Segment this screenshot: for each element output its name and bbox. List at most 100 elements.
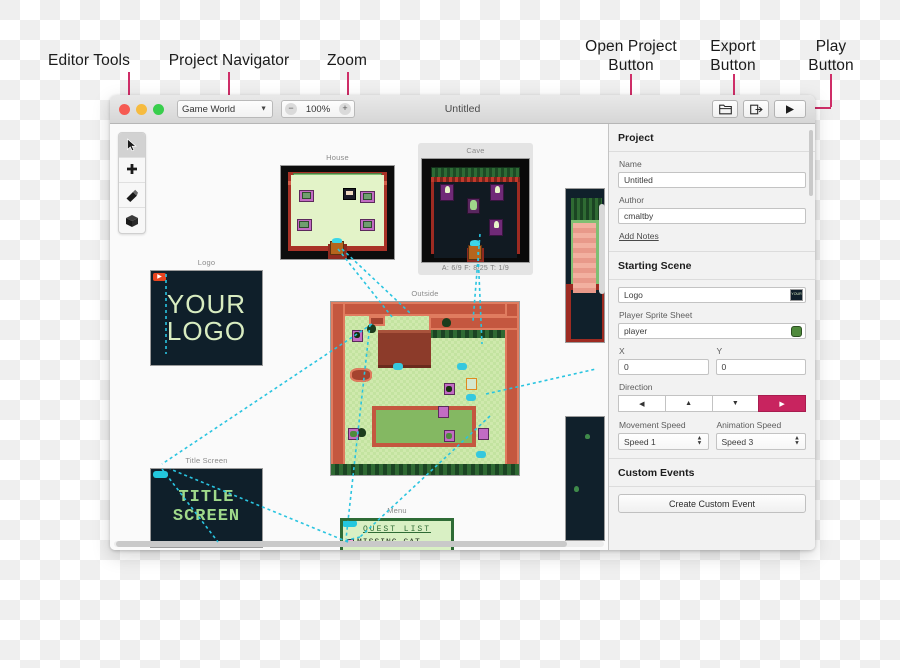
play-button[interactable] — [774, 100, 806, 118]
direction-right-button[interactable]: ▶ — [758, 395, 806, 412]
zoom-out-button[interactable]: − — [285, 103, 297, 115]
scene-logo-line1: YOUR — [167, 291, 246, 318]
folder-icon — [719, 104, 732, 115]
scene-cave[interactable]: Cave A: 6/9 F: 8/25 T: 1/9 — [418, 143, 533, 275]
canvas-horizontal-scrollbar[interactable] — [114, 541, 604, 547]
add-tool[interactable] — [119, 158, 145, 183]
scene-title-frame[interactable]: TITLE SCREEN — [150, 468, 263, 548]
zoom-in-button[interactable]: + — [339, 103, 351, 115]
export-button[interactable] — [743, 100, 769, 118]
project-name-label: Name — [619, 159, 806, 169]
cave-door-trigger — [468, 245, 482, 260]
add-notes-link[interactable]: Add Notes — [619, 231, 806, 241]
scene-canvas[interactable]: House Cave — [110, 124, 608, 550]
minimize-window-button[interactable] — [136, 104, 147, 115]
scene-menu-label: Menu — [340, 506, 454, 516]
scene-logo-line2: LOGO — [167, 318, 246, 345]
inspector-project-title: Project — [609, 124, 815, 152]
scene-cave-stats: A: 6/9 F: 8/25 T: 1/9 — [421, 263, 530, 275]
scene-logo-frame[interactable]: ▶ YOUR LOGO — [150, 270, 263, 366]
position-y-label: Y — [717, 346, 807, 356]
position-y-value: 0 — [722, 362, 727, 372]
project-navigator-select[interactable]: Game World ▼ — [177, 100, 273, 118]
leader-play-v — [830, 74, 832, 107]
animation-speed-value: Speed 3 — [722, 437, 754, 447]
inspector-panel: Project Name Untitled Author cmaltby Add… — [608, 124, 815, 550]
inspector-project-body: Name Untitled Author cmaltby Add Notes — [609, 152, 815, 251]
player-sprite-label: Player Sprite Sheet — [619, 310, 806, 320]
select-tool[interactable] — [119, 133, 145, 158]
scene-cave-label: Cave — [421, 146, 530, 156]
arrow-up-icon: ▲ — [685, 400, 692, 407]
position-x-value: 0 — [624, 362, 629, 372]
direction-down-button[interactable]: ▼ — [712, 395, 759, 412]
outside-warp — [466, 394, 476, 401]
scene-outside-frame[interactable] — [330, 301, 520, 476]
speed-fields: Movement Speed Speed 1 ▲▼ Animation Spee… — [618, 420, 806, 450]
position-fields: X 0 Y 0 — [618, 346, 806, 382]
callout-export: Export Button — [702, 38, 764, 76]
scene-house-frame[interactable] — [280, 165, 395, 260]
asset-tool[interactable] — [119, 208, 145, 233]
starting-scene-thumb-text: YOUR — [791, 293, 801, 297]
window-titlebar: Game World ▼ − 100% + Untitled — [110, 95, 815, 124]
movement-speed-select[interactable]: Speed 1 ▲▼ — [618, 433, 709, 450]
project-name-input[interactable]: Untitled — [618, 172, 806, 188]
chevron-down-icon: ▼ — [260, 106, 267, 113]
scene-title-link-badge — [153, 471, 168, 478]
inspector-custom-events-body: Create Custom Event — [609, 487, 815, 521]
maximize-window-button[interactable] — [153, 104, 164, 115]
scene-logo-label: Logo — [150, 258, 263, 268]
position-x-label: X — [619, 346, 709, 356]
direction-label: Direction — [619, 382, 806, 392]
outside-warp — [476, 451, 486, 458]
scene-outside[interactable]: Outside — [330, 289, 520, 476]
scene-outside-label: Outside — [330, 289, 520, 299]
window-body: House Cave — [110, 124, 815, 550]
direction-up-button[interactable]: ▲ — [665, 395, 712, 412]
arrow-right-icon: ▶ — [779, 400, 784, 408]
scene-partial-bottom[interactable] — [565, 416, 605, 541]
scene-title-line1: TITLE — [173, 489, 240, 508]
zoom-control[interactable]: − 100% + — [281, 100, 355, 118]
cave-object — [490, 184, 504, 202]
callout-open-project: Open Project Button — [573, 38, 689, 76]
outside-actor — [444, 383, 455, 395]
project-author-input[interactable]: cmaltby — [618, 208, 806, 224]
scene-house[interactable]: House — [280, 153, 395, 260]
arrow-left-icon: ◀ — [639, 400, 644, 408]
scene-logo[interactable]: Logo ▶ YOUR LOGO — [150, 258, 263, 366]
starting-scene-input[interactable]: Logo YOUR — [618, 287, 806, 303]
arrow-down-icon: ▼ — [732, 400, 739, 407]
inspector-scrollbar[interactable] — [809, 130, 813, 196]
export-arrow-icon — [750, 104, 763, 115]
create-custom-event-button[interactable]: Create Custom Event — [618, 494, 806, 513]
app-window: Game World ▼ − 100% + Untitled — [110, 95, 815, 550]
house-object — [360, 219, 375, 231]
animation-speed-select[interactable]: Speed 3 ▲▼ — [716, 433, 807, 450]
canvas-vertical-scrollbar[interactable] — [599, 204, 605, 294]
scene-title-label: Title Screen — [150, 456, 263, 466]
starting-scene-value: Logo — [624, 290, 643, 300]
cube-box-icon — [125, 214, 139, 228]
start-flag-icon: ▶ — [153, 273, 166, 281]
house-object — [360, 191, 375, 203]
position-y-input[interactable]: 0 — [716, 359, 807, 375]
scene-cave-frame[interactable] — [421, 158, 530, 263]
callout-zoom: Zoom — [315, 52, 379, 71]
outside-actor — [348, 428, 359, 440]
outside-actor-selected[interactable] — [466, 378, 477, 390]
erase-tool[interactable] — [119, 183, 145, 208]
open-project-button[interactable] — [712, 100, 738, 118]
direction-left-button[interactable]: ◀ — [618, 395, 665, 412]
project-name-value: Untitled — [624, 175, 653, 185]
scene-house-label: House — [280, 153, 395, 163]
player-sprite-input[interactable]: player — [618, 323, 806, 339]
starting-scene-thumbnail: YOUR — [790, 289, 803, 301]
position-x-input[interactable]: 0 — [618, 359, 709, 375]
scene-title[interactable]: Title Screen TITLE SCREEN — [150, 456, 263, 548]
callout-editor-tools: Editor Tools — [44, 52, 134, 71]
cave-npc — [467, 198, 480, 213]
eraser-icon — [125, 189, 139, 202]
close-window-button[interactable] — [119, 104, 130, 115]
